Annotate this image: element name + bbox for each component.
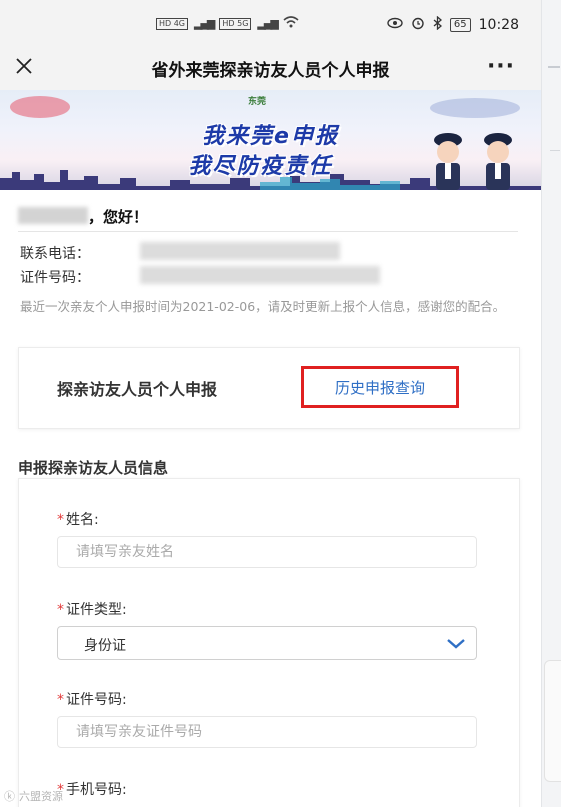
page-title: 省外来莞探亲访友人员个人申报 xyxy=(151,61,390,81)
name-input[interactable] xyxy=(57,536,477,568)
network-left-indicator: HD 4G xyxy=(156,17,189,30)
clock: 10:28 xyxy=(478,17,519,33)
id-value-redacted xyxy=(140,266,380,284)
watermark: ⓚ 六盟资源 xyxy=(4,788,63,804)
user-name-redacted xyxy=(18,207,88,224)
alarm-icon xyxy=(411,16,425,34)
wifi-icon xyxy=(283,16,299,31)
required-marker: * xyxy=(57,512,64,528)
id-number-label-text: 证件号码: xyxy=(66,692,127,708)
ghost-mark xyxy=(548,66,560,68)
mobile-field-label: * 手机号码: xyxy=(57,779,127,799)
ghost-panel xyxy=(544,660,561,782)
watermark-text: 六盟资源 xyxy=(19,790,63,803)
report-title: 探亲访友人员个人申报 xyxy=(57,380,218,399)
last-report-notice: 最近一次亲友个人申报时间为2021-02-06，请及时更新上报个人信息，感谢您的… xyxy=(20,299,506,314)
id-type-selected-value: 身份证 xyxy=(84,638,126,654)
id-label: 证件号码： xyxy=(20,270,90,286)
eye-icon xyxy=(387,17,403,33)
history-query-highlight: 历史申报查询 xyxy=(301,366,459,408)
banner: 东莞 我来莞e申报 我尽防疫责任 xyxy=(0,90,541,190)
phone-label: 联系电话： xyxy=(20,246,90,262)
police-officer-illustration xyxy=(434,133,462,190)
phone-value-redacted xyxy=(140,242,340,260)
section-title: 申报探亲访友人员信息 xyxy=(18,459,169,477)
phone-screen: HD 4G ▂▄▆ HD 5G ▂▄▆ 65 10:28 省外来莞探亲访友人员个… xyxy=(0,0,541,807)
dongguan-logo: 东莞 xyxy=(247,97,266,107)
id-type-field-label: * 证件类型: xyxy=(57,599,127,619)
network-indicators: HD 4G ▂▄▆ HD 5G ▂▄▆ xyxy=(156,16,299,31)
id-number-input[interactable] xyxy=(57,716,477,748)
cloud-decoration xyxy=(10,96,70,118)
required-marker: * xyxy=(57,692,64,708)
status-right: 65 10:28 xyxy=(387,15,519,34)
title-bar: 省外来莞探亲访友人员个人申报 ··· xyxy=(0,42,541,91)
network-right-indicator: HD 5G xyxy=(219,17,252,30)
ghost-mark xyxy=(550,150,560,151)
signal-icon: ▂▄▆ xyxy=(257,17,278,30)
divider xyxy=(18,231,518,232)
background-window-edge xyxy=(541,0,561,807)
report-card: 探亲访友人员个人申报 历史申报查询 xyxy=(18,347,520,429)
user-info-section: ，您好！ 联系电话： 证件号码： 最近一次亲友个人申报时间为2021-02-06… xyxy=(0,190,541,320)
mobile-label-text: 手机号码: xyxy=(66,782,127,798)
signal-icon: ▂▄▆ xyxy=(194,17,215,30)
name-label-text: 姓名: xyxy=(66,512,99,528)
id-type-label-text: 证件类型: xyxy=(66,602,127,618)
battery-icon: 65 xyxy=(449,18,471,32)
history-query-link[interactable]: 历史申报查询 xyxy=(335,377,425,398)
cloud-decoration xyxy=(430,98,520,118)
chevron-down-icon xyxy=(447,639,465,649)
id-type-select[interactable]: 身份证 xyxy=(57,626,477,660)
police-officer-illustration xyxy=(484,133,512,190)
id-number-field-label: * 证件号码: xyxy=(57,689,127,709)
status-bar: HD 4G ▂▄▆ HD 5G ▂▄▆ 65 10:28 xyxy=(0,0,541,42)
greeting-text: ，您好！ xyxy=(88,208,149,226)
more-menu-button[interactable]: ··· xyxy=(483,52,519,80)
declaration-form: *姓名: *证件类型: 身份证 *证件号码: *手机号码: xyxy=(18,478,520,807)
required-marker: * xyxy=(57,602,64,618)
bluetooth-icon xyxy=(433,15,442,34)
name-field-label: * 姓名: xyxy=(57,509,99,529)
watermark-logo-icon: ⓚ xyxy=(4,790,15,803)
